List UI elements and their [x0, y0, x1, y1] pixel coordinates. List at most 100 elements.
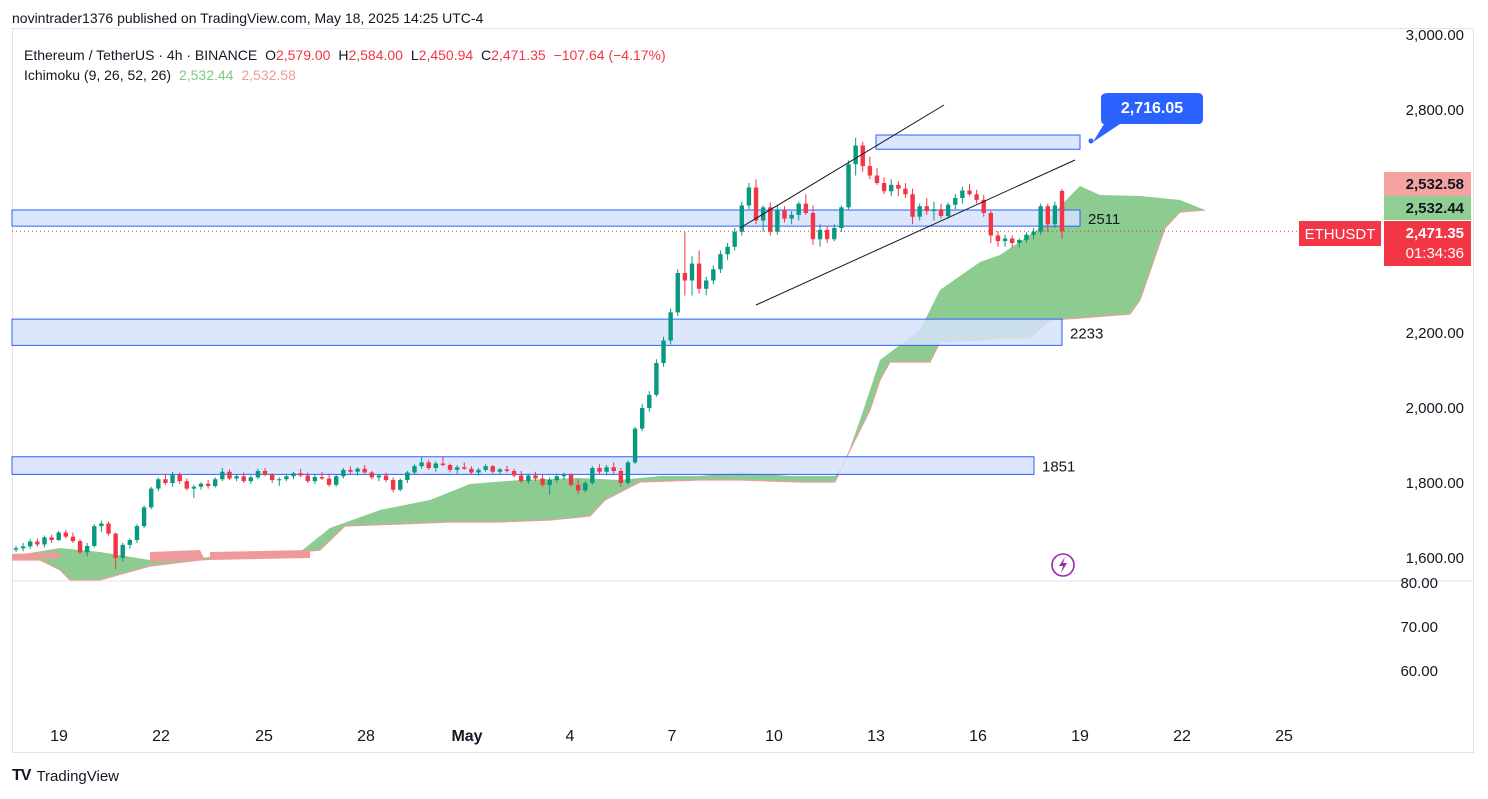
x-tick-label: 10: [765, 728, 783, 745]
candle-body: [277, 479, 282, 481]
ichimoku-cloud: [12, 186, 1206, 581]
candle-body: [561, 474, 567, 477]
candle-body: [988, 213, 994, 236]
candle-body: [1045, 206, 1050, 225]
candle-body: [447, 465, 453, 470]
candle-body: [881, 183, 887, 192]
candle-body: [1017, 240, 1022, 243]
candle-body: [70, 536, 76, 542]
candle-body: [170, 474, 175, 483]
candle-body: [547, 480, 552, 485]
candle-body: [874, 175, 880, 183]
candle-body: [661, 340, 666, 363]
indicator-value-b: 2,532.58: [241, 67, 296, 83]
candle-body: [668, 312, 673, 341]
axes: 3,000.00 2,800.00 2,200.00 2,000.00 1,800.00…: [12, 27, 1474, 745]
candle-body: [732, 231, 737, 247]
tradingview-logo-icon: TV: [12, 767, 31, 784]
candle-body: [1038, 206, 1043, 232]
low-value: 2,450.94: [418, 47, 474, 63]
candle-body: [113, 533, 118, 558]
candle-body: [853, 145, 858, 165]
candle-body: [846, 164, 851, 208]
candle-body: [490, 466, 495, 472]
indicator-title[interactable]: Ichimoku (9, 26, 52, 26): [24, 67, 171, 83]
candle-body: [234, 476, 239, 479]
candle-body: [426, 462, 431, 468]
candle-body: [583, 483, 588, 491]
candle-body: [134, 526, 140, 540]
x-tick-label: 22: [1173, 728, 1191, 745]
candle-body: [92, 526, 97, 546]
candle-body: [675, 273, 680, 313]
candle-body: [746, 187, 752, 206]
candle-body: [696, 263, 702, 289]
candle-body: [476, 469, 481, 473]
candle-body: [832, 228, 837, 240]
chart-canvas[interactable]: 2511 2233 1851 2,716.05 3,000.00 2,800.00 2,…: [0, 0, 1488, 799]
candle-body: [519, 475, 524, 482]
close-value: 2,471.35: [491, 47, 546, 63]
candle-body: [28, 541, 33, 547]
x-tick-label: 19: [1071, 728, 1089, 745]
candle-body: [205, 483, 211, 486]
indicator-value-a: 2,532.44: [178, 67, 234, 83]
candle-body: [604, 467, 609, 472]
candle-body: [796, 203, 801, 215]
candle-body: [248, 477, 254, 482]
candle-body: [960, 190, 965, 198]
candle-body: [177, 474, 182, 482]
x-tick-label: May: [451, 728, 482, 745]
candle-body: [782, 210, 787, 219]
zone-rect: [11, 456, 1035, 475]
sub-y-tick-label: 80.00: [1400, 575, 1438, 592]
y-tick-label: 1,800.00: [1406, 475, 1464, 492]
candle-body: [383, 475, 389, 480]
candle-body: [462, 467, 467, 469]
lightning-icon-bolt: [1059, 557, 1067, 573]
candle-body: [99, 523, 104, 527]
chart-legend: Ethereum / TetherUS · 4h · BINANCE O2,57…: [24, 45, 666, 85]
x-tick-label: 22: [152, 728, 170, 745]
candle-body: [334, 476, 339, 485]
symbol-title[interactable]: Ethereum / TetherUS · 4h · BINANCE: [24, 47, 257, 63]
ichimoku-cloud-green: [12, 186, 1205, 580]
candle-body: [348, 469, 353, 472]
x-tick-label: 28: [357, 728, 375, 745]
candle-body: [917, 206, 922, 217]
candle-body: [398, 480, 403, 490]
candle-body: [803, 203, 809, 213]
candle-body: [405, 472, 410, 480]
zone-label: 2511: [1088, 211, 1120, 228]
candle-body: [1024, 234, 1029, 240]
candle-body: [120, 544, 125, 558]
candle-body: [1009, 238, 1015, 243]
candle-body: [319, 477, 325, 479]
candle-body: [454, 467, 460, 470]
x-tick-label: 25: [255, 728, 273, 745]
candle-body: [284, 476, 289, 480]
candle-body: [127, 540, 133, 545]
candle-body: [810, 213, 816, 240]
x-tick-label: 4: [566, 728, 575, 745]
sub-y-tick-label: 70.00: [1400, 619, 1438, 636]
candle-body: [419, 462, 424, 467]
y-tick-label: 2,200.00: [1406, 325, 1464, 342]
countdown-tag: 01:34:36: [1406, 245, 1464, 262]
candle-body: [931, 209, 937, 212]
candle-body: [753, 187, 759, 221]
candle-body: [682, 273, 688, 281]
candle-body: [953, 198, 958, 205]
low-label: L: [410, 47, 419, 63]
candle-body: [789, 214, 794, 219]
candle-body: [654, 363, 659, 395]
candle-body: [575, 484, 581, 491]
candle-body: [775, 210, 780, 232]
candle-body: [141, 507, 147, 527]
candle-body: [924, 206, 930, 212]
candle-body: [611, 467, 616, 471]
candle-body: [191, 486, 197, 489]
sub-y-tick-label: 60.00: [1400, 663, 1438, 680]
footer-brand[interactable]: TV TradingView: [12, 767, 119, 785]
candle-body: [326, 478, 332, 485]
